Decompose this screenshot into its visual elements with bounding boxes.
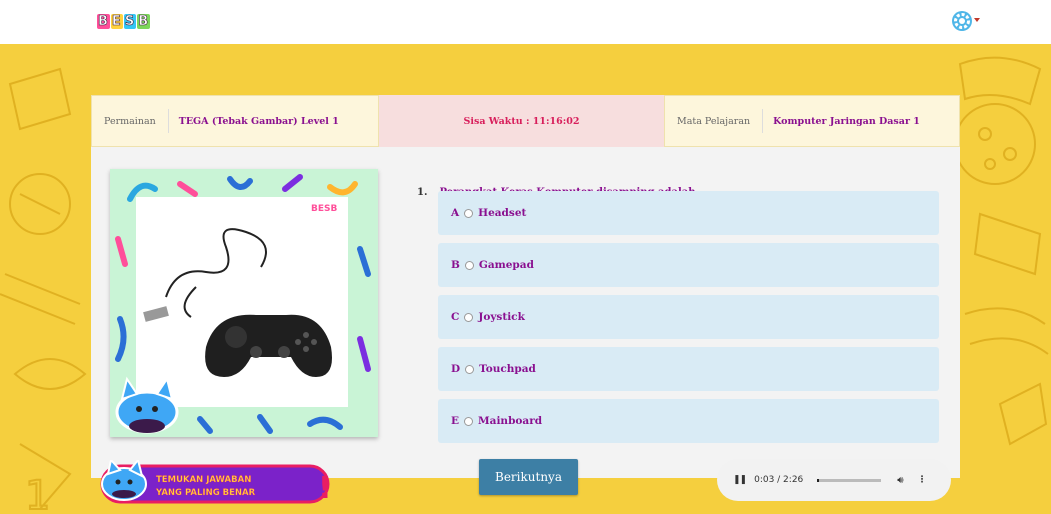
banner-line-2: YANG PALING BENAR — [155, 488, 256, 498]
mascot-icon — [115, 376, 179, 434]
hint-banner: TEMUKAN JAWABAN YANG PALING BENAR ! — [100, 460, 332, 504]
top-bar: BESB — [0, 0, 1051, 44]
option-letter: D — [451, 363, 461, 375]
doodle-background: 1 Permainan TEGA (Tebak Gambar) Level 1 … — [0, 44, 1051, 514]
option-c[interactable]: C Joystick — [438, 295, 939, 339]
option-a[interactable]: A Headset — [438, 191, 939, 235]
option-e[interactable]: E Mainboard — [438, 399, 939, 443]
option-label: Joystick — [478, 311, 525, 323]
audio-time: 0:03 / 2:26 — [754, 475, 804, 485]
option-letter: A — [451, 207, 460, 219]
option-d[interactable]: D Touchpad — [438, 347, 939, 391]
subject-label: Mata Pelajaran — [665, 109, 764, 133]
option-letter: B — [451, 259, 460, 271]
subject-value: Komputer Jaringan Dasar 1 — [773, 115, 920, 127]
option-label: Mainboard — [478, 415, 543, 427]
caret-down-icon[interactable] — [974, 18, 980, 22]
next-button[interactable]: Berikutnya — [479, 459, 578, 495]
radio-button[interactable] — [465, 364, 475, 374]
more-vert-icon[interactable]: ⋮ — [918, 475, 927, 485]
option-label: Gamepad — [478, 259, 534, 271]
game-info: Permainan TEGA (Tebak Gambar) Level 1 — [91, 95, 379, 147]
option-letter: E — [451, 415, 460, 427]
option-b[interactable]: B Gamepad — [438, 243, 939, 287]
image-logo: BESB — [311, 204, 337, 214]
audio-player[interactable]: ❚❚ 0:03 / 2:26 🔊︎ ⋮ — [717, 459, 951, 501]
game-label: Permainan — [92, 109, 169, 133]
radio-button[interactable] — [464, 260, 474, 270]
audio-progress-fill — [817, 478, 819, 482]
quiz-card: Permainan TEGA (Tebak Gambar) Level 1 Si… — [91, 95, 960, 478]
banner-line-1: TEMUKAN JAWABAN — [156, 475, 251, 485]
gear-icon[interactable] — [951, 10, 973, 32]
pause-icon[interactable]: ❚❚ — [733, 475, 747, 485]
radio-button[interactable] — [464, 416, 474, 426]
svg-text:1: 1 — [25, 473, 50, 514]
audio-progress-bar[interactable] — [817, 478, 882, 482]
option-label: Headset — [478, 207, 527, 219]
app-logo[interactable]: BESB — [94, 11, 154, 31]
game-value: TEGA (Tebak Gambar) Level 1 — [178, 115, 339, 127]
radio-button[interactable] — [464, 208, 474, 218]
exclamation-mark: ! — [318, 471, 332, 504]
subject-info: Mata Pelajaran Komputer Jaringan Dasar 1 — [664, 95, 960, 147]
question-number: 1. — [417, 187, 428, 198]
volume-icon[interactable]: 🔊︎ — [897, 475, 903, 486]
radio-button[interactable] — [464, 312, 474, 322]
option-letter: C — [451, 311, 460, 323]
timer: Sisa Waktu : 11:16:02 — [379, 95, 664, 147]
option-label: Touchpad — [479, 363, 536, 375]
question-image: BESB — [110, 169, 378, 437]
